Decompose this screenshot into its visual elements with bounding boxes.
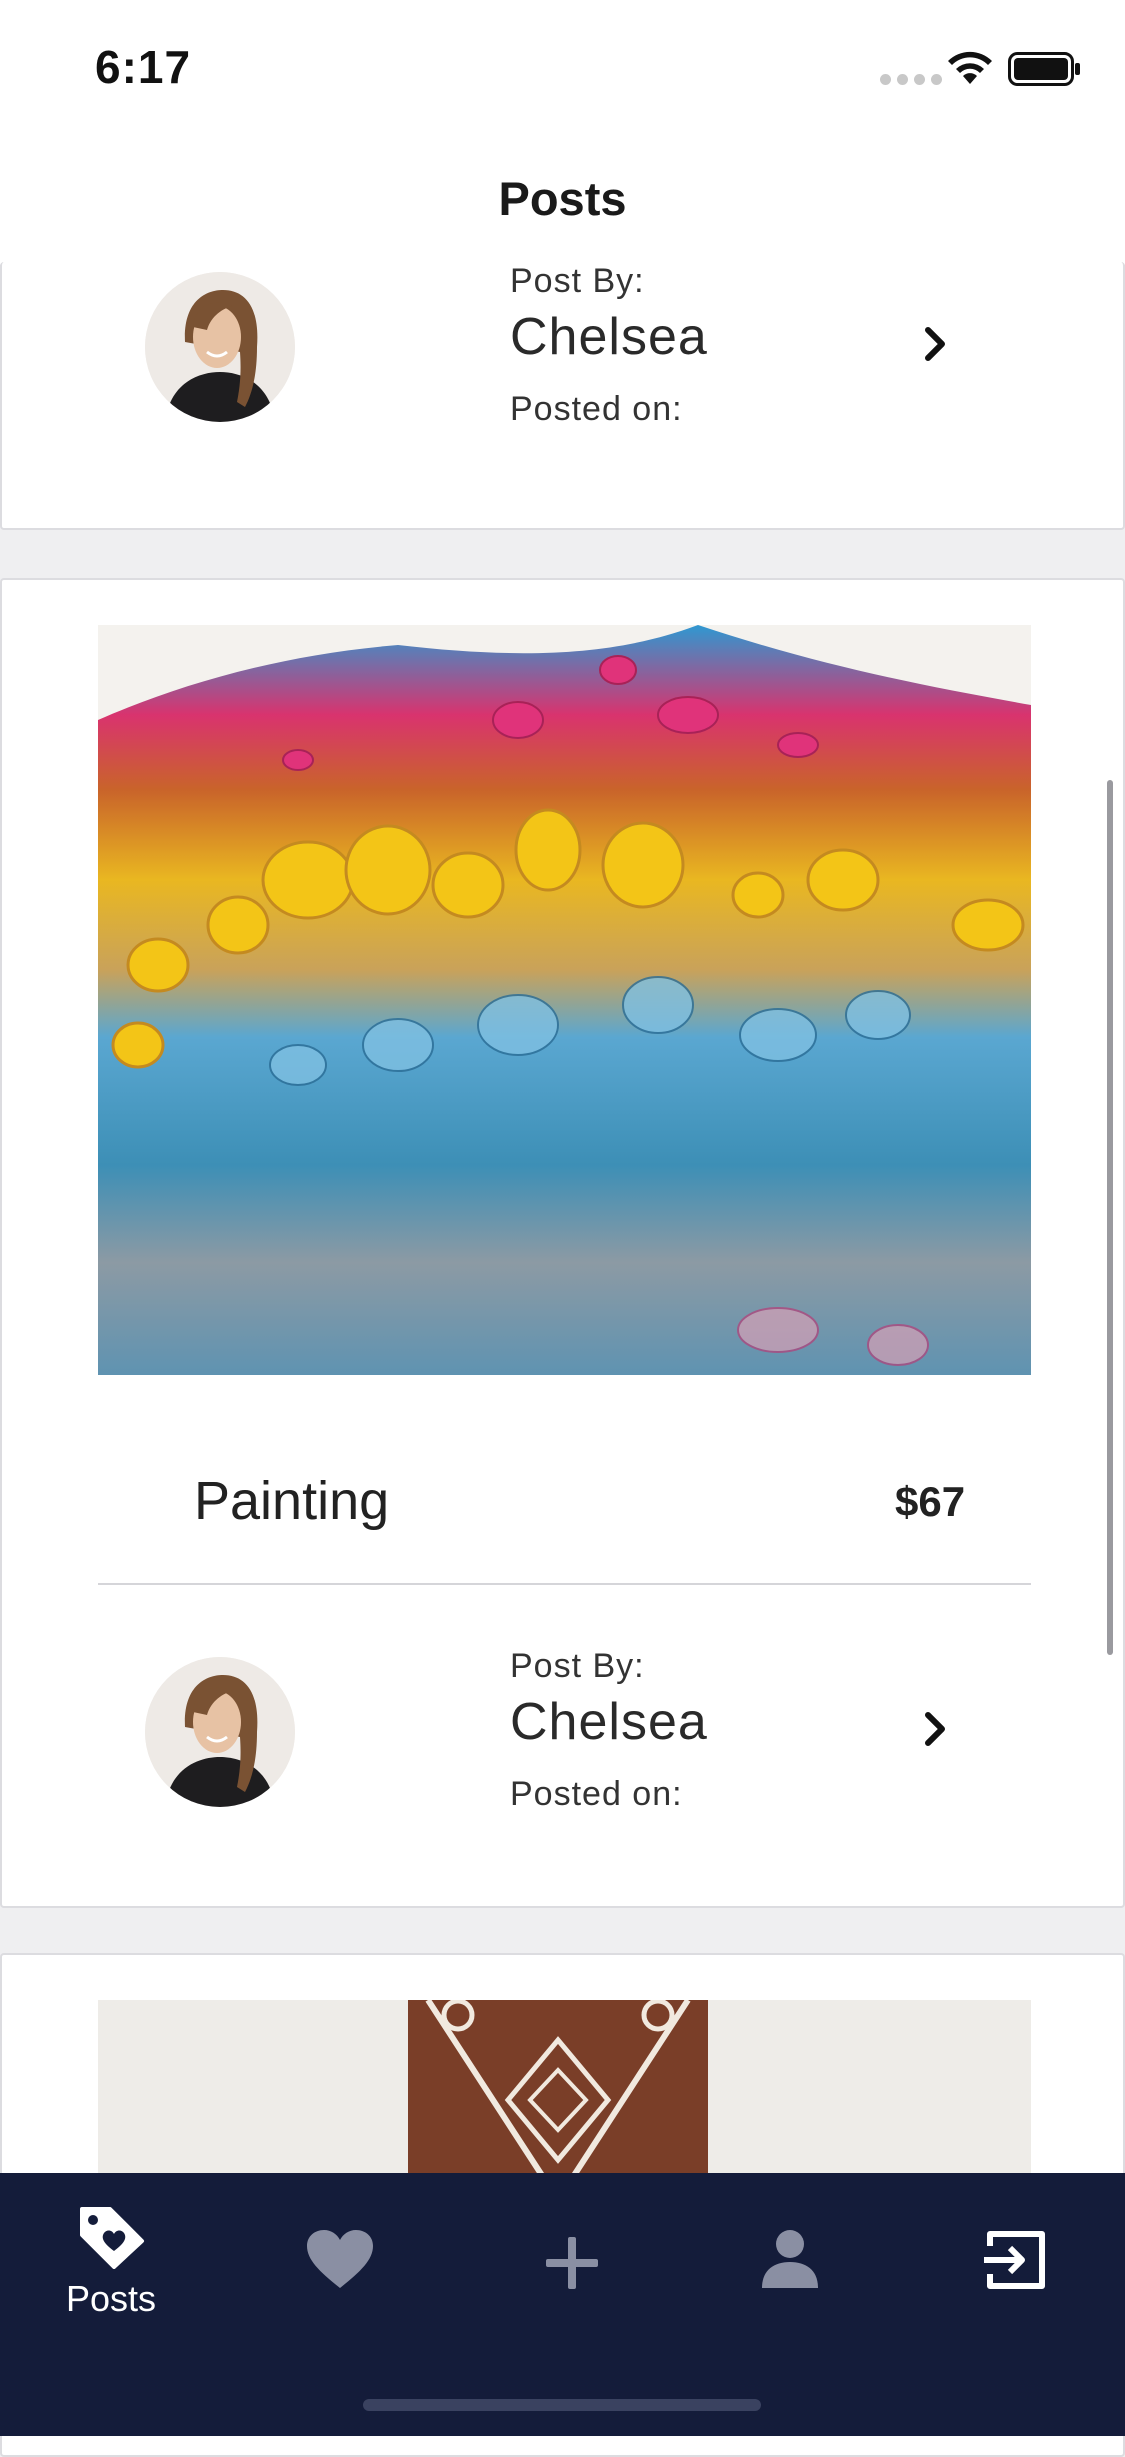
tab-bar: Posts (0, 2173, 1125, 2436)
tab-favorites[interactable] (260, 2228, 420, 2295)
tab-posts[interactable]: Posts (31, 2203, 191, 2320)
avatar (145, 272, 295, 422)
tab-add-post[interactable] (492, 2233, 652, 2298)
tab-logout[interactable] (935, 2228, 1095, 2297)
post-price: $67 (895, 1478, 966, 1525)
posted-on-label: Posted on: (510, 390, 683, 428)
heart-icon (307, 2230, 373, 2288)
battery-icon (1008, 52, 1080, 86)
tab-label: Posts (65, 2278, 157, 2319)
page-title: Posts (498, 172, 627, 225)
divider (98, 1583, 1031, 1585)
tab-profile[interactable] (710, 2228, 870, 2295)
logout-icon (984, 2231, 1045, 2289)
scrollbar[interactable] (1107, 780, 1113, 1655)
wifi-icon (948, 51, 992, 84)
home-indicator (363, 2399, 761, 2411)
cellular-signal-icon (880, 74, 942, 85)
person-icon (762, 2230, 818, 2288)
author-row[interactable]: Post By: Chelsea Posted on: (2, 262, 1123, 432)
author-name: Chelsea (510, 308, 708, 366)
status-bar: 6:17 (0, 0, 1125, 135)
chevron-right-icon[interactable] (922, 324, 950, 364)
plus-icon (546, 2237, 598, 2289)
post-by-label: Post By: (510, 262, 645, 300)
navigation-bar: Posts (0, 135, 1125, 267)
post-image[interactable] (98, 625, 1031, 1375)
post-by-label: Post By: (510, 1647, 645, 1685)
post-card[interactable]: Post By: Chelsea Posted on: (0, 262, 1125, 530)
status-time: 6:17 (95, 41, 192, 93)
tag-heart-icon (80, 2207, 144, 2269)
post-title: Painting (194, 1471, 390, 1531)
post-card[interactable]: Painting $67 Post By: Chelsea Posted on: (0, 578, 1125, 1908)
author-name: Chelsea (510, 1693, 708, 1751)
avatar (145, 1657, 295, 1807)
posted-on-label: Posted on: (510, 1775, 683, 1813)
author-row[interactable]: Post By: Chelsea Posted on: (2, 1647, 1123, 1817)
chevron-right-icon[interactable] (922, 1709, 950, 1749)
